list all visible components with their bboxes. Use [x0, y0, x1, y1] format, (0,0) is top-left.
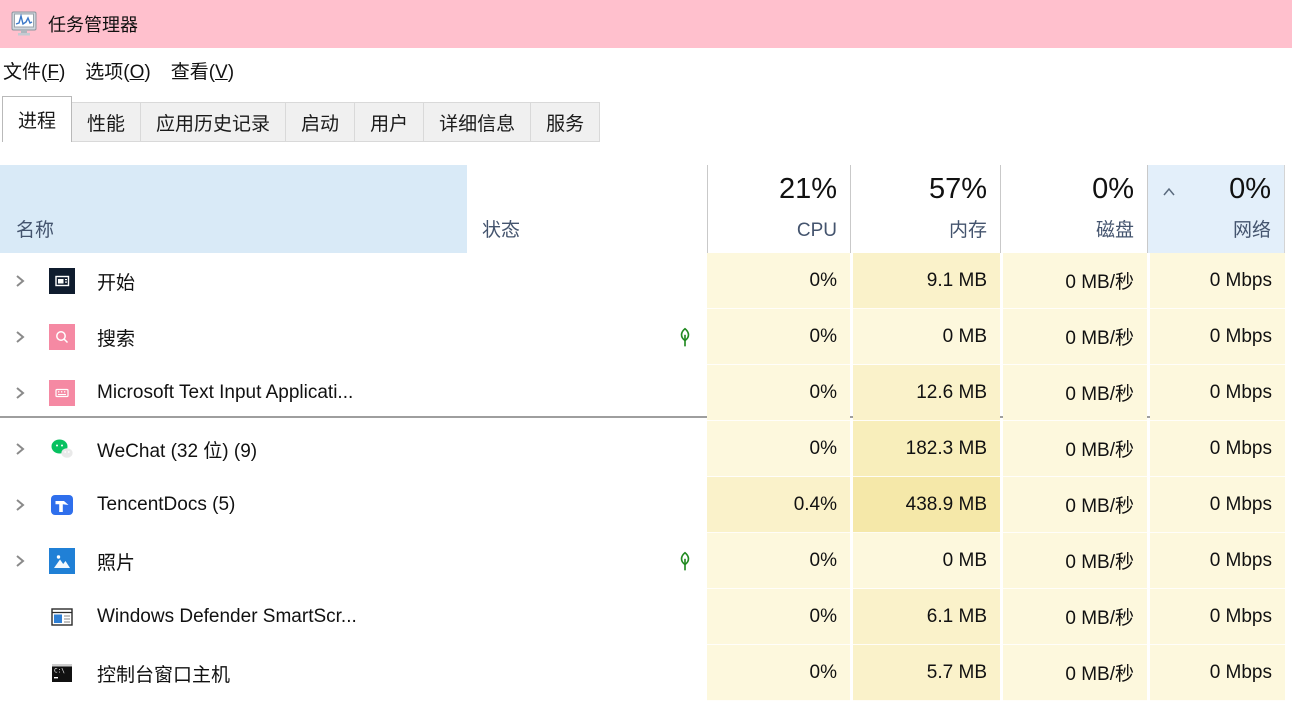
- process-row-wechat[interactable]: WeChat (32 位) (9) 0% 182.3 MB 0 MB/秒 0 M…: [0, 421, 1292, 477]
- disk-cell: 0 MB/秒: [1003, 477, 1147, 533]
- expand-chevron-icon[interactable]: [15, 498, 25, 512]
- tab-performance[interactable]: 性能: [71, 102, 141, 142]
- window-title: 任务管理器: [48, 11, 138, 37]
- memory-cell: 0 MB: [853, 309, 1000, 365]
- column-header-cpu[interactable]: 21% CPU: [707, 165, 850, 253]
- expand-chevron-icon[interactable]: [15, 330, 25, 344]
- task-manager-app-icon: [10, 10, 40, 38]
- expand-chevron-icon[interactable]: [15, 386, 25, 400]
- svg-text:C:\: C:\: [54, 668, 65, 675]
- process-name: Microsoft Text Input Applicati...: [97, 365, 353, 421]
- process-name: 开始: [97, 253, 135, 309]
- title-bar: 任务管理器: [0, 0, 1292, 48]
- process-row-console-host[interactable]: C:\ 控制台窗口主机 0% 5.7 MB 0 MB/秒 0 Mbps: [0, 645, 1292, 701]
- process-name: 照片: [97, 533, 135, 589]
- process-row-tencentdocs[interactable]: TencentDocs (5) 0.4% 438.9 MB 0 MB/秒 0 M…: [0, 477, 1292, 533]
- process-name: TencentDocs (5): [97, 477, 235, 533]
- memory-cell: 438.9 MB: [853, 477, 1000, 533]
- disk-cell: 0 MB/秒: [1003, 421, 1147, 477]
- console-host-icon: C:\: [49, 660, 75, 686]
- process-row-search[interactable]: 搜索 0% 0 MB 0 MB/秒 0 Mbps: [0, 309, 1292, 365]
- tab-app-history[interactable]: 应用历史记录: [140, 102, 286, 142]
- task-manager-window: 任务管理器 文件(F) 选项(O) 查看(V) 进程 性能 应用历史记录 启动 …: [0, 0, 1292, 702]
- tab-strip: 进程 性能 应用历史记录 启动 用户 详细信息 服务: [2, 94, 1290, 142]
- start-menu-icon: [49, 268, 75, 294]
- process-name: Windows Defender SmartScr...: [97, 589, 357, 645]
- process-row-text-input[interactable]: Microsoft Text Input Applicati... 0% 12.…: [0, 365, 1292, 421]
- cpu-cell: 0%: [707, 533, 850, 589]
- cpu-cell: 0%: [707, 253, 850, 309]
- disk-cell: 0 MB/秒: [1003, 645, 1147, 701]
- process-name: 控制台窗口主机: [97, 645, 230, 701]
- disk-cell: 0 MB/秒: [1003, 589, 1147, 645]
- text-input-app-icon: [49, 380, 75, 406]
- disk-cell: 0 MB/秒: [1003, 253, 1147, 309]
- network-cell: 0 Mbps: [1150, 477, 1285, 533]
- photos-app-icon: [49, 548, 75, 574]
- menu-file[interactable]: 文件(F): [0, 53, 75, 90]
- process-table-header: 名称 状态 21% CPU 57% 内存 0% 磁盘 0% 网络: [0, 165, 1292, 253]
- cpu-total-percent: 21%: [779, 173, 837, 206]
- tab-details[interactable]: 详细信息: [423, 102, 531, 142]
- cpu-cell: 0%: [707, 421, 850, 477]
- column-header-memory[interactable]: 57% 内存: [850, 165, 1000, 253]
- smartscreen-icon: [49, 604, 75, 630]
- memory-cell: 5.7 MB: [853, 645, 1000, 701]
- network-cell: 0 Mbps: [1150, 365, 1285, 421]
- process-table-body: 开始 0% 9.1 MB 0 MB/秒 0 Mbps 搜索 0% 0 MB 0 …: [0, 253, 1292, 702]
- cpu-cell: 0%: [707, 365, 850, 421]
- disk-cell: 0 MB/秒: [1003, 365, 1147, 421]
- wechat-icon: [49, 436, 75, 462]
- expand-chevron-icon[interactable]: [15, 554, 25, 568]
- cpu-cell: 0%: [707, 309, 850, 365]
- menu-options[interactable]: 选项(O): [75, 53, 160, 90]
- network-cell: 0 Mbps: [1150, 309, 1285, 365]
- column-header-network[interactable]: 0% 网络: [1147, 165, 1285, 253]
- process-row-start[interactable]: 开始 0% 9.1 MB 0 MB/秒 0 Mbps: [0, 253, 1292, 309]
- tab-processes[interactable]: 进程: [2, 96, 72, 142]
- memory-cell: 182.3 MB: [853, 421, 1000, 477]
- network-cell: 0 Mbps: [1150, 589, 1285, 645]
- cpu-cell: 0%: [707, 589, 850, 645]
- menu-bar: 文件(F) 选项(O) 查看(V): [0, 48, 1292, 94]
- disk-cell: 0 MB/秒: [1003, 533, 1147, 589]
- process-name: 搜索: [97, 309, 135, 365]
- network-cell: 0 Mbps: [1150, 645, 1285, 701]
- suspended-leaf-icon: [674, 326, 696, 348]
- column-header-disk[interactable]: 0% 磁盘: [1000, 165, 1147, 253]
- expand-chevron-icon[interactable]: [15, 442, 25, 456]
- tab-startup[interactable]: 启动: [285, 102, 355, 142]
- network-cell: 0 Mbps: [1150, 421, 1285, 477]
- memory-cell: 9.1 MB: [853, 253, 1000, 309]
- column-header-name[interactable]: 名称: [0, 165, 467, 253]
- suspended-leaf-icon: [674, 550, 696, 572]
- disk-cell: 0 MB/秒: [1003, 309, 1147, 365]
- tab-users[interactable]: 用户: [354, 102, 424, 142]
- memory-cell: 6.1 MB: [853, 589, 1000, 645]
- network-cell: 0 Mbps: [1150, 533, 1285, 589]
- cpu-cell: 0.4%: [707, 477, 850, 533]
- expand-chevron-icon[interactable]: [15, 274, 25, 288]
- memory-cell: 12.6 MB: [853, 365, 1000, 421]
- tencentdocs-icon: [49, 492, 75, 518]
- network-total-percent: 0%: [1229, 173, 1271, 206]
- memory-cell: 0 MB: [853, 533, 1000, 589]
- menu-view[interactable]: 查看(V): [161, 53, 244, 90]
- sort-ascending-icon: [1162, 187, 1176, 196]
- tab-services[interactable]: 服务: [530, 102, 600, 142]
- network-cell: 0 Mbps: [1150, 253, 1285, 309]
- process-row-smartscreen[interactable]: Windows Defender SmartScr... 0% 6.1 MB 0…: [0, 589, 1292, 645]
- cpu-cell: 0%: [707, 645, 850, 701]
- process-name: WeChat (32 位) (9): [97, 421, 257, 477]
- column-header-status[interactable]: 状态: [467, 165, 707, 253]
- memory-total-percent: 57%: [929, 173, 987, 206]
- process-row-photos[interactable]: 照片 0% 0 MB 0 MB/秒 0 Mbps: [0, 533, 1292, 589]
- disk-total-percent: 0%: [1092, 173, 1134, 206]
- search-app-icon: [49, 324, 75, 350]
